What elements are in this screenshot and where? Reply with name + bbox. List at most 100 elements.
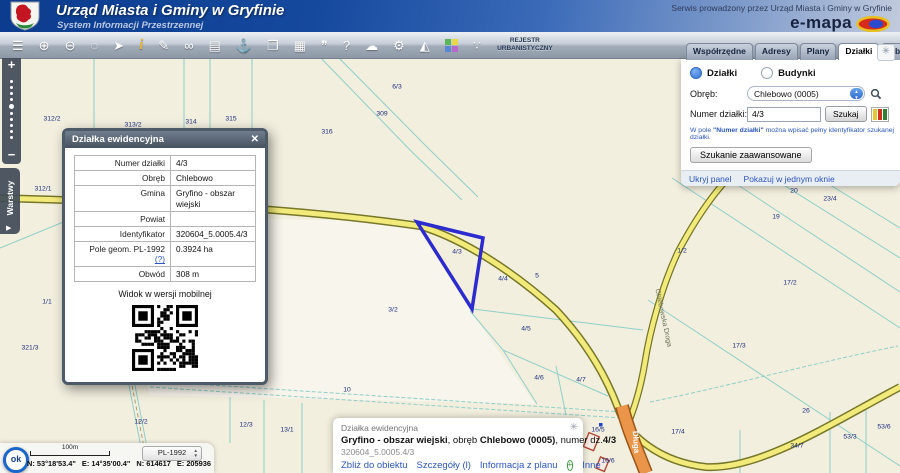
link-zbliż-do-obiektu[interactable]: Zbliż do obiektu [341,460,408,471]
measure-icon[interactable]: ✎ [158,39,169,52]
radio-label-działki[interactable]: Działki [707,68,737,79]
settings-icon[interactable]: ⚙ [393,39,405,52]
parcel-label-314: 314 [185,119,196,126]
zoom-out-button[interactable]: − [8,148,16,161]
tab-współrzędne[interactable]: Współrzędne [686,43,753,60]
parcel-label-20: 20 [790,188,798,195]
parcel-label-17-3: 17/3 [732,343,745,350]
street-label-długa: Długa [631,431,642,454]
radio-label-budynki[interactable]: Budynki [778,68,815,79]
zoom-level-dot[interactable] [10,80,13,83]
zoom-level-dot[interactable] [10,136,13,139]
zoom-level-dot[interactable] [10,124,13,127]
obreb-select[interactable]: Chlebowo (0005) ▲▼ [747,86,865,101]
help-link[interactable]: (?) [155,254,165,264]
zoom-level-dot[interactable] [10,92,13,95]
parcel-label-23-4: 23/4 [823,196,836,203]
zoom-slider[interactable]: + − [2,58,21,164]
app-header: Urząd Miasta i Gminy w Gryfinie System I… [0,0,900,32]
zoom-out-icon[interactable]: ⊖ [65,39,76,52]
result-identifier: 320604_5.0005.4/3 [341,447,575,457]
dismiss-icon[interactable]: ✳ [570,422,578,433]
zoom-in-icon[interactable]: ⊕ [39,39,50,52]
tab-adresy[interactable]: Adresy [755,43,798,60]
zoom-in-button[interactable]: + [8,58,16,71]
parcel-label-312-1: 312/1 [34,186,51,193]
radio-budynki[interactable] [761,67,773,79]
link-pokazuj-w-jednym-oknie[interactable]: Pokazuj w jednym oknie [744,174,835,184]
rejestr-urbanistyczny-button[interactable]: Rejestr urbanistyczny [497,37,553,53]
parcel-label-4-5: 4/5 [521,326,530,333]
attr-row-numer-działki: Numer działki4/3 [75,156,255,171]
layers-icon[interactable]: ☰ [12,39,24,52]
layers-panel-tab[interactable]: Warstwy ▶ [0,168,20,234]
parcel-label-321-3: 321/3 [21,345,38,352]
anchor-icon[interactable]: ⚓ [236,39,252,52]
service-note: Serwis prowadzony przez Urząd Miasta i G… [671,3,892,13]
attr-row-obwód: Obwód308 m [75,267,255,282]
parcel-label-17-4: 17/4 [671,429,684,436]
close-icon[interactable]: ✕ [251,131,259,148]
attr-row-powiat: Powiat [75,212,255,227]
radio-działki[interactable] [690,67,702,79]
mobile-view-caption: Widok w wersji mobilnej [65,289,265,299]
link-informacja-z-planu[interactable]: Informacja z planu [480,460,558,471]
panel-footer: Ukryj panel Pokazuj w jednym oknie [681,170,900,186]
obreb-row: Obręb: Chlebowo (0005) ▲▼ [690,86,900,101]
dialog-titlebar[interactable]: Działka ewidencyjna ✕ [65,131,265,148]
parcel-label-5: 5 [535,273,539,280]
zoom-level-dot[interactable] [10,112,13,115]
scale-bar: 100m [30,444,110,456]
parcel-label-34-7: 34/7 [790,443,803,450]
tab-plany[interactable]: Plany [800,43,837,60]
link-ukryj-panel[interactable]: Ukryj panel [689,174,732,184]
attr-row-gmina: GminaGryfino - obszar wiejski [75,186,255,212]
emapa-logo[interactable]: e-mapa [790,13,852,33]
zoom-level-dot[interactable] [10,86,13,89]
zoom-level-dot[interactable] [10,98,13,101]
select-stepper-icon[interactable]: ▲▼ [850,88,863,99]
legend-colors-icon[interactable] [871,107,889,122]
parcel-label-53-3: 53/3 [843,434,856,441]
zoom-level-dot[interactable] [9,104,14,109]
link-icon[interactable]: ∞ [184,39,193,52]
help-icon[interactable]: ? [343,39,350,52]
layout-icon[interactable]: ▦ [294,39,306,52]
parcel-label-312-2: 312/2 [43,116,60,123]
swipe-compare-icon[interactable]: ◭ [420,39,430,52]
pointer-icon[interactable]: ➤ [113,39,124,52]
zoom-level-dot[interactable] [10,118,13,121]
identify-info-icon[interactable]: i [139,38,143,53]
more-actions-icon[interactable]: + [567,460,574,471]
cloud-download-icon[interactable]: ☁ [365,39,378,52]
numer-input[interactable] [747,107,821,122]
legend-grid-icon[interactable] [445,39,458,52]
link-szczegóły-l-[interactable]: Szczegóły (l) [417,460,471,471]
zoom-levels[interactable] [9,73,14,146]
print-icon[interactable]: ▤ [208,39,220,52]
comment-icon[interactable]: ❞ [321,39,328,52]
layers-tab-label: Warstwy [5,181,15,216]
parcel-label-1-2: 1/2 [677,248,686,255]
zoom-level-dot[interactable] [10,130,13,133]
parcel-label-315: 315 [225,116,236,123]
result-title: Gryfino - obszar wiejski, obręb Chlebowo… [341,435,575,446]
link-inne[interactable]: Inne [582,460,601,471]
parcel-label-16-6: 16/6 [601,458,614,465]
share-icon[interactable]: ∵ [473,39,481,52]
copy-view-icon[interactable]: ❐ [267,39,279,52]
undock-panel-icon[interactable]: ✳ [877,44,895,61]
ok-button[interactable]: ok [3,447,29,473]
search-type-radios: Działki Budynki [681,59,900,86]
search-icon[interactable] [870,88,882,100]
parcel-label-16-5: 16/5 [591,427,604,434]
tab-działki[interactable]: Działki [838,43,879,60]
parcel-label-12-3: 12/3 [239,422,252,429]
advanced-search-button[interactable]: Szukanie zaawansowane [690,147,812,163]
parcel-label-10: 10 [343,387,351,394]
parcel-label-6-3: 6/3 [392,84,401,91]
select-area-icon[interactable]: ◌ [90,39,98,52]
szukaj-button[interactable]: Szukaj [825,106,867,122]
parcel-label-19: 19 [772,214,780,221]
parcel-attributes-table: Numer działki4/3ObrębChlebowoGminaGryfin… [74,155,256,282]
